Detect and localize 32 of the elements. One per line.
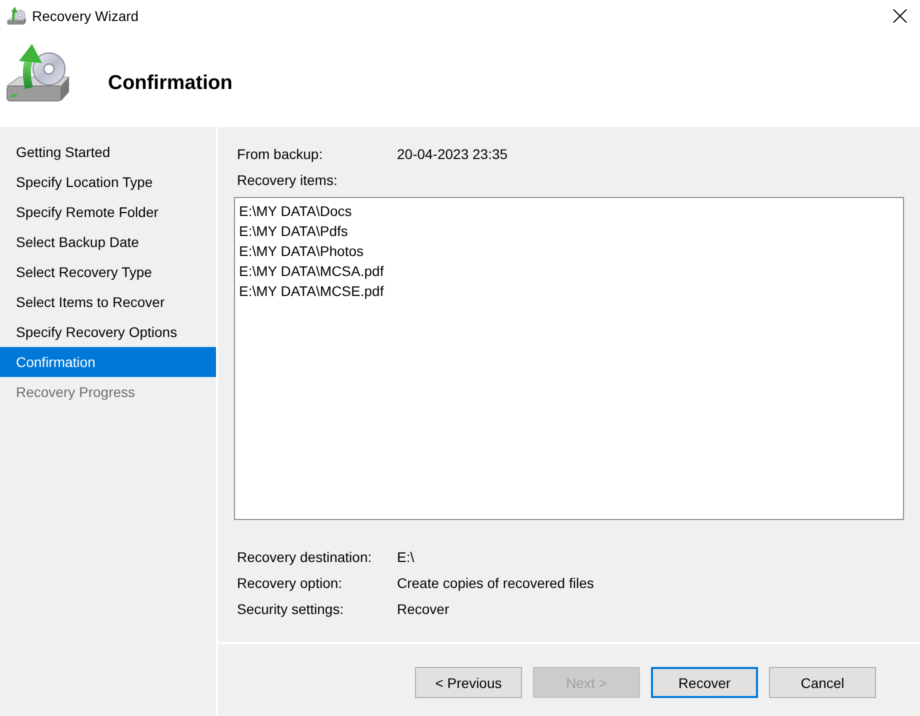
field-label: Recovery destination:	[237, 549, 373, 565]
wizard-step: Specify Location Type	[0, 167, 216, 197]
window-title: Recovery Wizard	[32, 8, 139, 24]
wizard-step: Specify Recovery Options	[0, 317, 216, 347]
field-value: 20-04-2023 23:35	[397, 146, 508, 162]
wizard-step: Select Backup Date	[0, 227, 216, 257]
wizard-button[interactable]: Recover	[651, 667, 758, 698]
wizard-step: Specify Remote Folder	[0, 197, 216, 227]
drive-arrow-icon	[6, 6, 27, 26]
list-item: E:\MY DATA\MCSE.pdf	[239, 283, 384, 299]
wizard-step: Select Recovery Type	[0, 257, 216, 287]
wizard-step: Recovery Progress	[0, 377, 216, 407]
field-label: From backup:	[237, 146, 324, 162]
wizard-button[interactable]: Cancel	[769, 667, 876, 698]
field-label: Recovery option:	[237, 575, 344, 591]
wizard-step: Getting Started	[0, 137, 216, 167]
close-icon	[893, 9, 907, 23]
field-label: Recovery items:	[237, 172, 338, 188]
list-item: E:\MY DATA\Docs	[239, 203, 352, 219]
wizard-page-title: Confirmation	[108, 72, 232, 94]
list-item: E:\MY DATA\MCSA.pdf	[239, 263, 384, 279]
drive-disc-arrow-icon	[5, 42, 71, 104]
close-button[interactable]	[893, 9, 907, 23]
wizard-button[interactable]: < Previous	[415, 667, 522, 698]
wizard-step: Select Items to Recover	[0, 287, 216, 317]
field-value: Recover	[397, 601, 450, 617]
field-value: Create copies of recovered files	[397, 575, 594, 591]
list-item: E:\MY DATA\Photos	[239, 243, 364, 259]
list-item: E:\MY DATA\Pdfs	[239, 223, 348, 239]
wizard-step: Confirmation	[0, 347, 216, 377]
field-value: E:\	[397, 549, 414, 565]
field-label: Security settings:	[237, 601, 345, 617]
